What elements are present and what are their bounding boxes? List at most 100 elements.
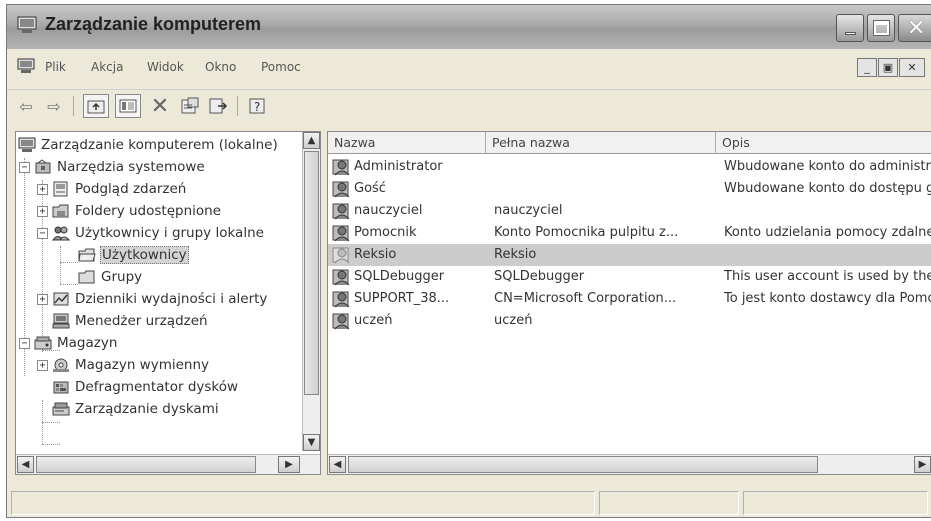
tree-item-label: Foldery udostępnione (75, 203, 222, 219)
tree-horizontal-scrollbar[interactable]: ◀ ▶ (16, 454, 320, 474)
user-full-name: Konto Pomocnika pulpitu z... (494, 225, 679, 240)
tree-item-storage[interactable]: Magazyn (34, 332, 118, 354)
tree-item-disk-defragmenter[interactable]: Defragmentator dysków (52, 376, 239, 398)
tree-item-label: Magazyn (57, 335, 118, 351)
properties-button[interactable] (177, 94, 203, 118)
computer-management-window: Zarządzanie komputerem ✕ Plik Akcja Wido… (6, 4, 931, 518)
user-name-cell: SUPPORT_38... (332, 288, 488, 310)
scroll-left-button[interactable]: ◀ (17, 456, 34, 473)
tree-item-label: Dzienniki wydajności i alerty (75, 291, 268, 307)
show-hide-tree-button[interactable] (115, 94, 141, 118)
list-row[interactable]: nauczyciel nauczyciel (328, 200, 931, 222)
title-bar[interactable]: Zarządzanie komputerem ✕ (7, 5, 931, 49)
menu-window[interactable]: Okno (205, 60, 236, 74)
scroll-right-button[interactable]: ▶ (278, 456, 300, 473)
scroll-right-button[interactable]: ▶ (914, 456, 931, 473)
tree-item-system-tools[interactable]: Narzędzia systemowe (34, 156, 206, 178)
scroll-left-button[interactable]: ◀ (329, 456, 346, 473)
list-row-selected[interactable]: Reksio Reksio (328, 244, 931, 266)
user-name-cell: Pomocnik (332, 222, 488, 244)
export-icon (209, 98, 228, 114)
tree-item-label: Grupy (101, 269, 143, 285)
menu-help[interactable]: Pomoc (261, 60, 301, 74)
tree-item-computer-management[interactable]: Zarządzanie komputerem (lokalne) (18, 134, 279, 156)
menu-action[interactable]: Akcja (91, 60, 123, 74)
user-icon (332, 181, 350, 198)
system-menu-icon[interactable] (17, 58, 35, 74)
collapse-toggle[interactable]: − (37, 228, 48, 239)
collapse-toggle[interactable]: − (19, 162, 30, 173)
menu-bar: Plik Akcja Widok Okno Pomoc _ ▣ ✕ (7, 55, 931, 81)
list-row[interactable]: SUPPORT_38... CN=Microsoft Corporation..… (328, 288, 931, 310)
scroll-up-button[interactable]: ▲ (303, 132, 320, 149)
list-row[interactable]: uczeń uczeń (328, 310, 931, 332)
forward-button[interactable]: ⇨ (41, 94, 67, 118)
forward-icon: ⇨ (47, 96, 61, 116)
disabled-user-icon (332, 247, 350, 264)
tree-item-groups[interactable]: Grupy (78, 266, 143, 288)
user-full-name: uczeń (494, 313, 533, 328)
user-full-name (494, 178, 716, 200)
export-list-button[interactable] (205, 94, 231, 118)
user-icon (332, 203, 350, 220)
tree-item-event-viewer[interactable]: Podgląd zdarzeń (52, 178, 187, 200)
list-row[interactable]: Pomocnik Konto Pomocnika pulpitu z... Ko… (328, 222, 931, 244)
list-row[interactable]: SQLDebugger SQLDebugger This user accoun… (328, 266, 931, 288)
list-horizontal-scrollbar[interactable]: ◀ ▶ (328, 454, 931, 474)
scroll-down-button[interactable]: ▼ (303, 434, 320, 451)
scroll-thumb[interactable] (304, 151, 319, 395)
shared-folder-icon (52, 204, 69, 218)
column-header-full-name[interactable]: Pełna nazwa (486, 132, 716, 154)
menu-view[interactable]: Widok (147, 60, 184, 74)
delete-icon: ✕ (150, 93, 170, 119)
tree-vertical-scrollbar[interactable]: ▲ ▼ (302, 132, 320, 451)
menu-file[interactable]: Plik (45, 60, 66, 74)
event-viewer-icon (53, 181, 68, 197)
tree-item-label: Użytkownicy i grupy lokalne (75, 225, 264, 241)
console-tree[interactable]: Zarządzanie komputerem (lokalne) − Narzę… (15, 131, 321, 475)
help-button[interactable]: ? (245, 94, 271, 118)
tree-line (60, 262, 78, 263)
maximize-button[interactable] (867, 14, 895, 42)
tree-item-label: Menedżer urządzeń (75, 313, 208, 329)
minimize-icon (845, 32, 856, 35)
tree-line (60, 246, 61, 284)
tree-item-performance-logs[interactable]: Dzienniki wydajności i alerty (52, 288, 268, 310)
tree-item-local-users-groups[interactable]: Użytkownicy i grupy lokalne (52, 222, 265, 244)
delete-button[interactable]: ✕ (147, 93, 173, 119)
expand-toggle[interactable]: + (37, 184, 48, 195)
mdi-minimize-button[interactable]: _ (857, 58, 877, 77)
tree-item-device-manager[interactable]: Menedżer urządzeń (52, 310, 209, 332)
column-header-name[interactable]: Nazwa (328, 132, 486, 154)
tree-line (42, 444, 60, 445)
column-header-description[interactable]: Opis (716, 132, 931, 154)
scroll-thumb[interactable] (348, 456, 818, 473)
up-folder-icon (87, 100, 105, 114)
collapse-toggle[interactable]: − (19, 338, 30, 349)
disk-management-icon (52, 402, 70, 416)
minimize-button[interactable] (836, 14, 864, 42)
storage-icon (34, 336, 52, 350)
user-name: SUPPORT_38... (354, 291, 450, 306)
toolbar-separator (237, 96, 238, 116)
tree-item-users[interactable]: Użytkownicy (78, 244, 189, 266)
up-one-level-button[interactable] (83, 94, 109, 118)
tree-item-disk-management[interactable]: Zarządzanie dyskami (52, 398, 220, 420)
scroll-thumb[interactable] (36, 456, 256, 473)
expand-toggle[interactable]: + (37, 294, 48, 305)
mdi-close-button[interactable]: ✕ (899, 58, 925, 77)
back-button[interactable]: ⇦ (13, 94, 39, 118)
user-description: This user account is used by the Visual … (724, 269, 931, 284)
tree-item-removable-storage[interactable]: Magazyn wymienny (52, 354, 210, 376)
user-name: Gość (354, 181, 386, 196)
mdi-restore-button[interactable]: ▣ (878, 58, 898, 77)
tree-item-shared-folders[interactable]: Foldery udostępnione (52, 200, 222, 222)
close-button[interactable]: ✕ (898, 14, 931, 42)
users-list-view[interactable]: Nazwa Pełna nazwa Opis Administrator Wbu… (327, 131, 931, 475)
list-row[interactable]: Gość Wbudowane konto do dostępu gościa d… (328, 178, 931, 200)
expand-toggle[interactable]: + (37, 360, 48, 371)
tree-item-label: Magazyn wymienny (75, 357, 210, 373)
arrow-left-icon: ◀ (333, 459, 342, 470)
list-row[interactable]: Administrator Wbudowane konto do adminis… (328, 156, 931, 178)
expand-toggle[interactable]: + (37, 206, 48, 217)
